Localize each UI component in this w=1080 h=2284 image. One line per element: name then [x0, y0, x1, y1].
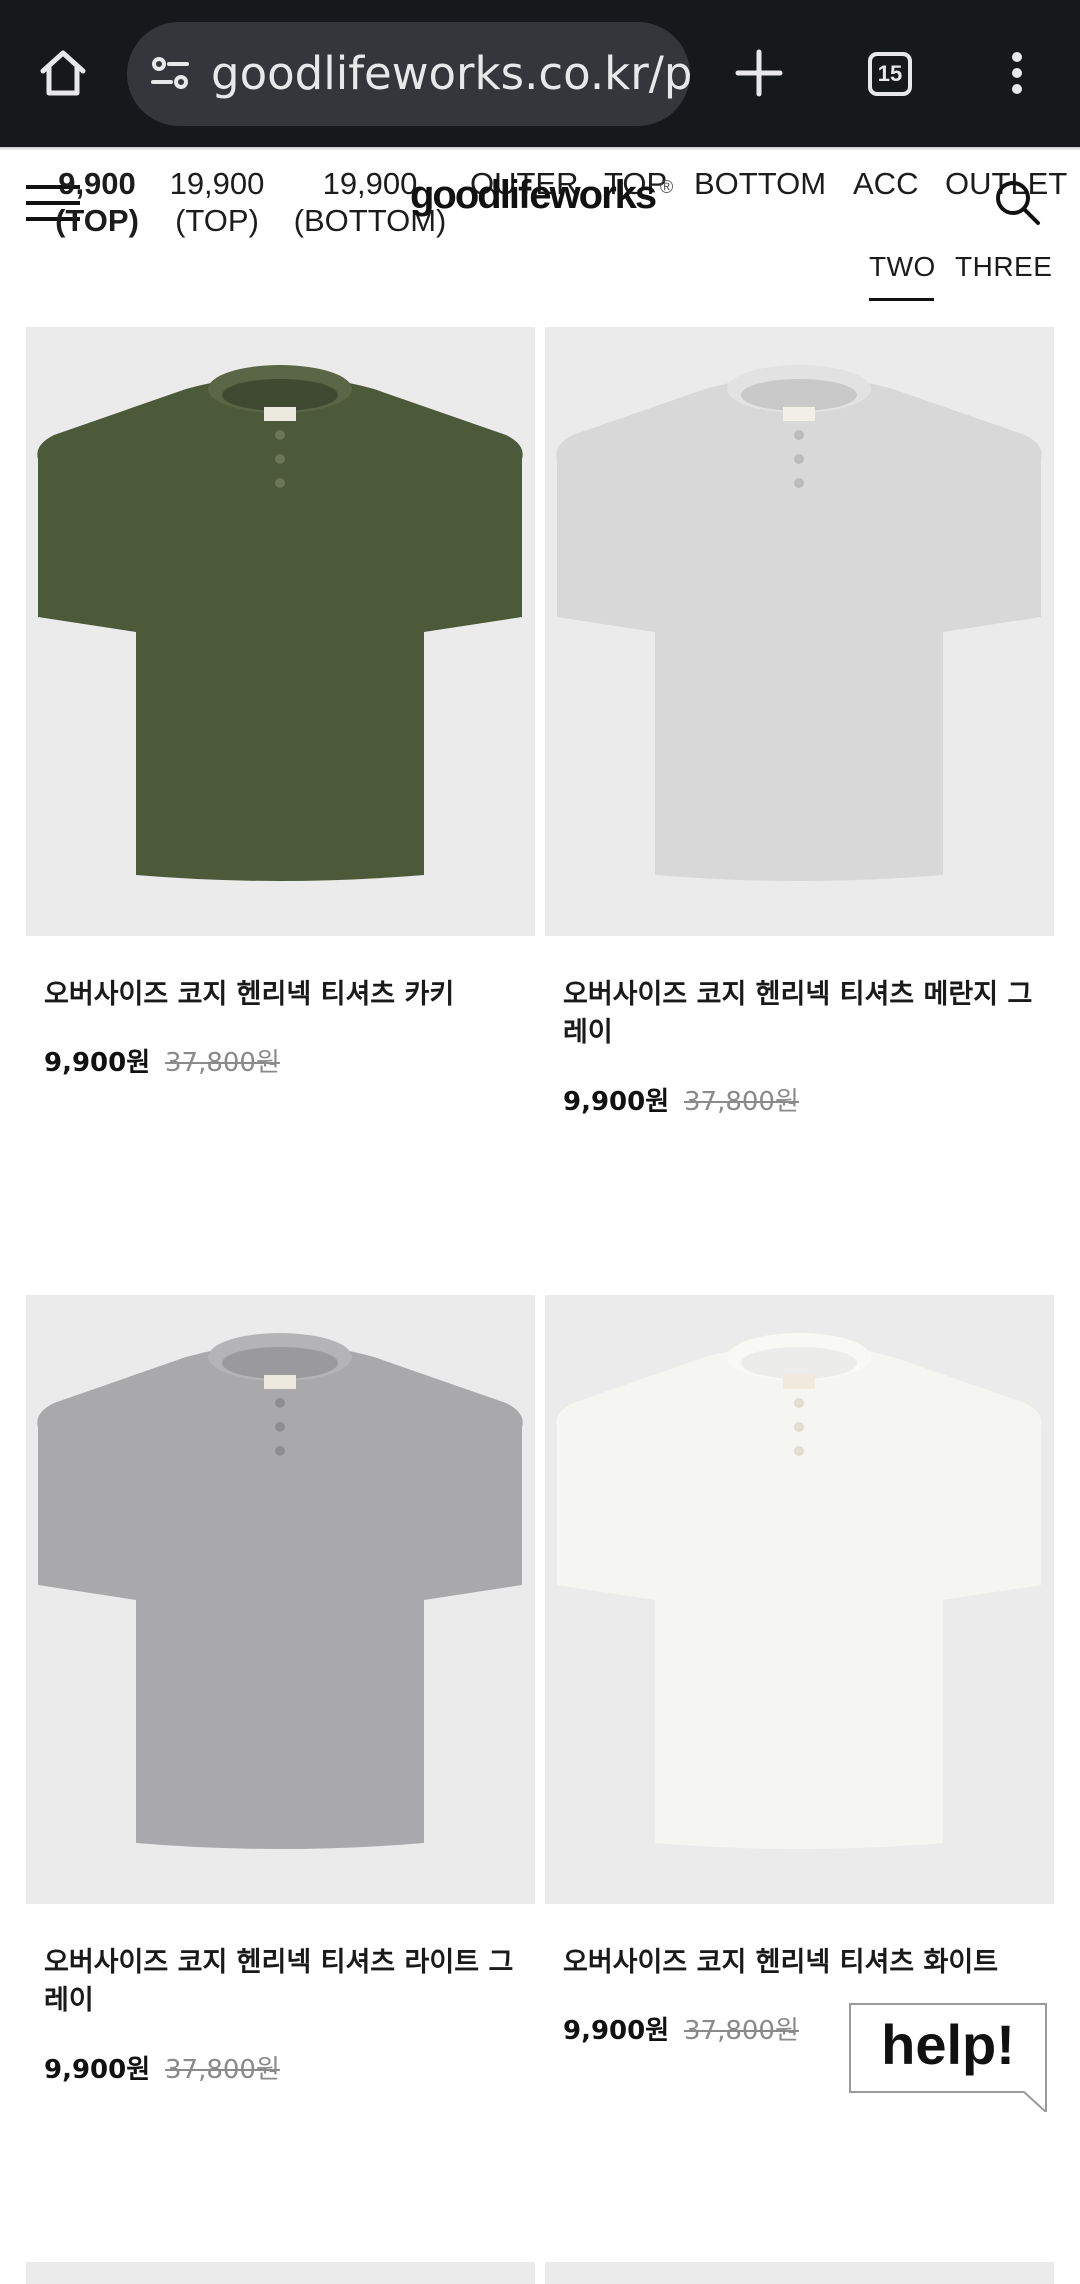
product-image[interactable] [26, 2262, 535, 2284]
product-name[interactable]: 오버사이즈 코지 헨리넥 티셔츠 메란지 그레이 [563, 976, 1043, 1052]
product-image[interactable] [26, 327, 535, 936]
nav-item-acc[interactable]: ACC [853, 165, 918, 202]
product-name[interactable]: 오버사이즈 코지 헨리넥 티셔츠 화이트 [563, 1944, 1043, 1982]
product-image[interactable] [26, 1295, 535, 1904]
nav-item-bottom[interactable]: BOTTOM [694, 165, 826, 202]
tab-switcher-button[interactable]: 15 [854, 38, 924, 108]
original-price: 37,800원 [165, 2055, 280, 2085]
home-icon[interactable] [28, 38, 98, 108]
help-label[interactable]: help! [848, 2012, 1048, 2077]
url-text[interactable]: goodlifeworks.co.kr/p [211, 22, 690, 126]
search-icon[interactable] [990, 175, 1046, 231]
product-name[interactable]: 오버사이즈 코지 헨리넥 티셔츠 카키 [44, 976, 524, 1014]
nav-item-9900-top[interactable]: 9,900 (TOP) [42, 165, 152, 239]
view-two-columns[interactable]: TWO [869, 251, 936, 283]
original-price: 37,800원 [684, 2016, 799, 2046]
sale-price: 9,900원 [563, 2016, 670, 2046]
view-three-columns[interactable]: THREE [955, 251, 1052, 283]
nav-label: 9,900 [58, 166, 136, 201]
address-bar[interactable]: goodlifeworks.co.kr/p [127, 22, 690, 126]
browser-toolbar: goodlifeworks.co.kr/p 15 [0, 0, 1080, 147]
site-logo[interactable]: goodlifeworks [410, 173, 657, 218]
sale-price: 9,900원 [44, 1048, 151, 1078]
original-price: 37,800원 [684, 1087, 799, 1117]
nav-sublabel: (TOP) [175, 203, 259, 238]
tab-count: 15 [868, 52, 912, 96]
product-image[interactable] [545, 327, 1054, 936]
site-settings-icon[interactable] [145, 49, 195, 99]
registered-mark: ® [660, 177, 674, 197]
new-tab-icon[interactable] [724, 38, 794, 108]
product-image[interactable] [545, 1295, 1054, 1904]
browser-menu-icon[interactable] [982, 38, 1052, 108]
selected-view-indicator [869, 298, 934, 301]
original-price: 37,800원 [165, 1048, 280, 1078]
sale-price: 9,900원 [563, 1087, 670, 1117]
nav-item-19900-top[interactable]: 19,900 (TOP) [160, 165, 274, 239]
product-image[interactable] [545, 2262, 1054, 2284]
nav-sublabel: (TOP) [55, 203, 139, 238]
nav-label: 19,900 [169, 166, 265, 201]
sale-price: 9,900원 [44, 2055, 151, 2085]
product-name[interactable]: 오버사이즈 코지 헨리넥 티셔츠 라이트 그레이 [44, 1944, 524, 2020]
